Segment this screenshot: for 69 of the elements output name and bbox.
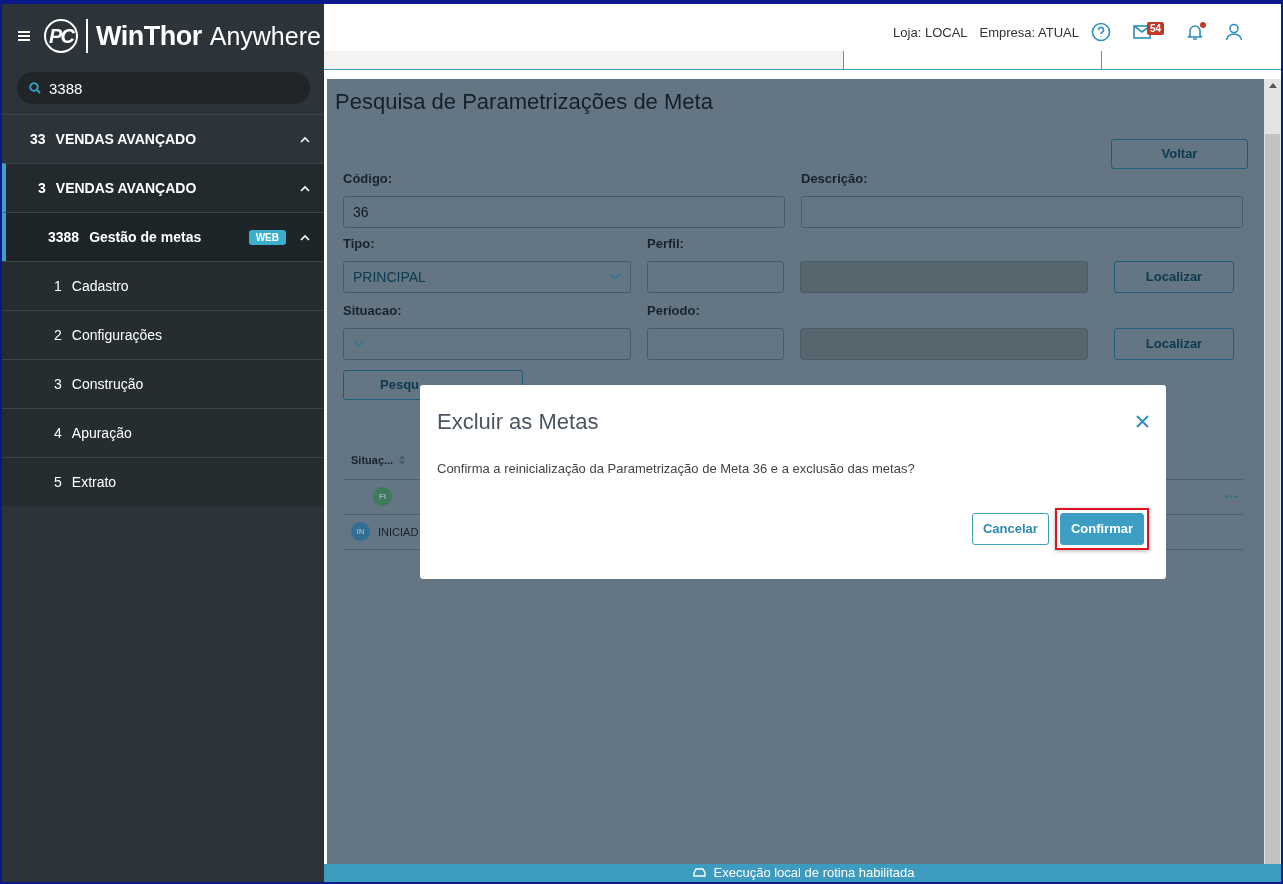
menu-label: Configurações <box>71 327 164 343</box>
menu-icon[interactable] <box>18 31 30 41</box>
tab[interactable] <box>324 51 844 69</box>
drive-icon <box>692 868 706 878</box>
menu-label: VENDAS AVANÇADO <box>55 131 198 147</box>
table-cell: INICIAD <box>378 525 419 538</box>
field-label: Descrição: <box>801 170 869 188</box>
scroll-up-icon[interactable] <box>1268 82 1277 88</box>
period-code-field[interactable] <box>647 327 784 360</box>
field-label: Perfil: <box>647 235 685 253</box>
menu-label: Gestão de metas <box>89 229 203 245</box>
bell-icon[interactable] <box>1187 23 1203 42</box>
menu-label: Cadastro <box>71 278 130 294</box>
menu-code: 3 <box>54 376 62 392</box>
logo-subtitle: Anywhere <box>209 21 321 51</box>
status-badge: FI <box>373 487 392 506</box>
chevron-up-icon[interactable] <box>300 233 310 241</box>
store-label: Loja: LOCAL <box>893 25 968 40</box>
menu-item[interactable]: 5 Extrato <box>2 457 324 506</box>
status-badge: IN <box>351 522 370 541</box>
menu-item[interactable]: 3 VENDAS AVANÇADO <box>2 163 324 212</box>
dialog-title: Excluir as Metas <box>437 408 599 435</box>
menu-code: 1 <box>54 278 62 294</box>
scrollbar-thumb[interactable] <box>1265 133 1280 864</box>
menu-code: 33 <box>30 131 46 147</box>
menu-code: 2 <box>54 327 62 343</box>
menu-item[interactable]: 3 Construção <box>2 359 324 408</box>
menu-code: 5 <box>54 474 62 490</box>
field-label: Tipo: <box>343 235 376 253</box>
menu-label: Construção <box>71 376 145 392</box>
dialog-message: Confirma a reinicialização da Parametrização de Meta 36 e a exclusão das metas? <box>437 460 916 476</box>
chevron-down-icon[interactable] <box>609 272 621 281</box>
menu-code: 3 <box>38 180 46 196</box>
user-icon[interactable] <box>1225 23 1243 42</box>
search-input[interactable]: 3388 <box>47 78 247 98</box>
menu-label: Extrato <box>71 474 118 490</box>
logo-mark: PC <box>44 19 78 53</box>
menu-code: 4 <box>54 425 62 441</box>
logo-title: WinThor <box>96 20 202 52</box>
help-icon[interactable] <box>1091 22 1111 43</box>
search-field[interactable]: 3388 <box>17 72 310 104</box>
description-field[interactable] <box>801 195 1243 228</box>
close-icon[interactable] <box>1136 415 1149 428</box>
menu-label: VENDAS AVANÇADO <box>55 180 198 196</box>
status-text: Execução local de rotina habilitada <box>713 865 915 881</box>
sort-icon[interactable] <box>399 455 406 465</box>
field-label: Período: <box>647 302 701 320</box>
more-icon[interactable] <box>1225 495 1237 498</box>
cancel-button[interactable]: Cancelar <box>971 512 1049 545</box>
chevron-up-icon[interactable] <box>300 135 310 143</box>
menu-item[interactable]: 2 Configurações <box>2 310 324 359</box>
chevron-up-icon[interactable] <box>300 184 310 192</box>
status-select[interactable] <box>343 327 631 360</box>
company-label: Empresa: ATUAL <box>979 25 1079 40</box>
mail-icon[interactable] <box>1133 25 1151 40</box>
web-badge: WEB <box>248 229 286 245</box>
mail-count: 54 <box>1147 22 1165 36</box>
menu-label: Apuração <box>71 425 133 441</box>
menu-item[interactable]: 4 Apuração <box>2 408 324 457</box>
menu-code: 3388 <box>48 229 80 245</box>
page-title: Pesquisa de Parametrizações de Meta <box>335 88 714 115</box>
search-icon <box>29 82 41 94</box>
chevron-down-icon[interactable] <box>353 339 365 348</box>
field-label: Código: <box>343 170 394 188</box>
code-field[interactable]: 36 <box>343 195 785 228</box>
field-label: Situacao: <box>343 302 403 320</box>
menu-item[interactable]: 1 Cadastro <box>2 261 324 310</box>
menu-item[interactable]: 3388 Gestão de metas WEB <box>2 212 324 261</box>
profile-code-field[interactable] <box>647 260 784 293</box>
